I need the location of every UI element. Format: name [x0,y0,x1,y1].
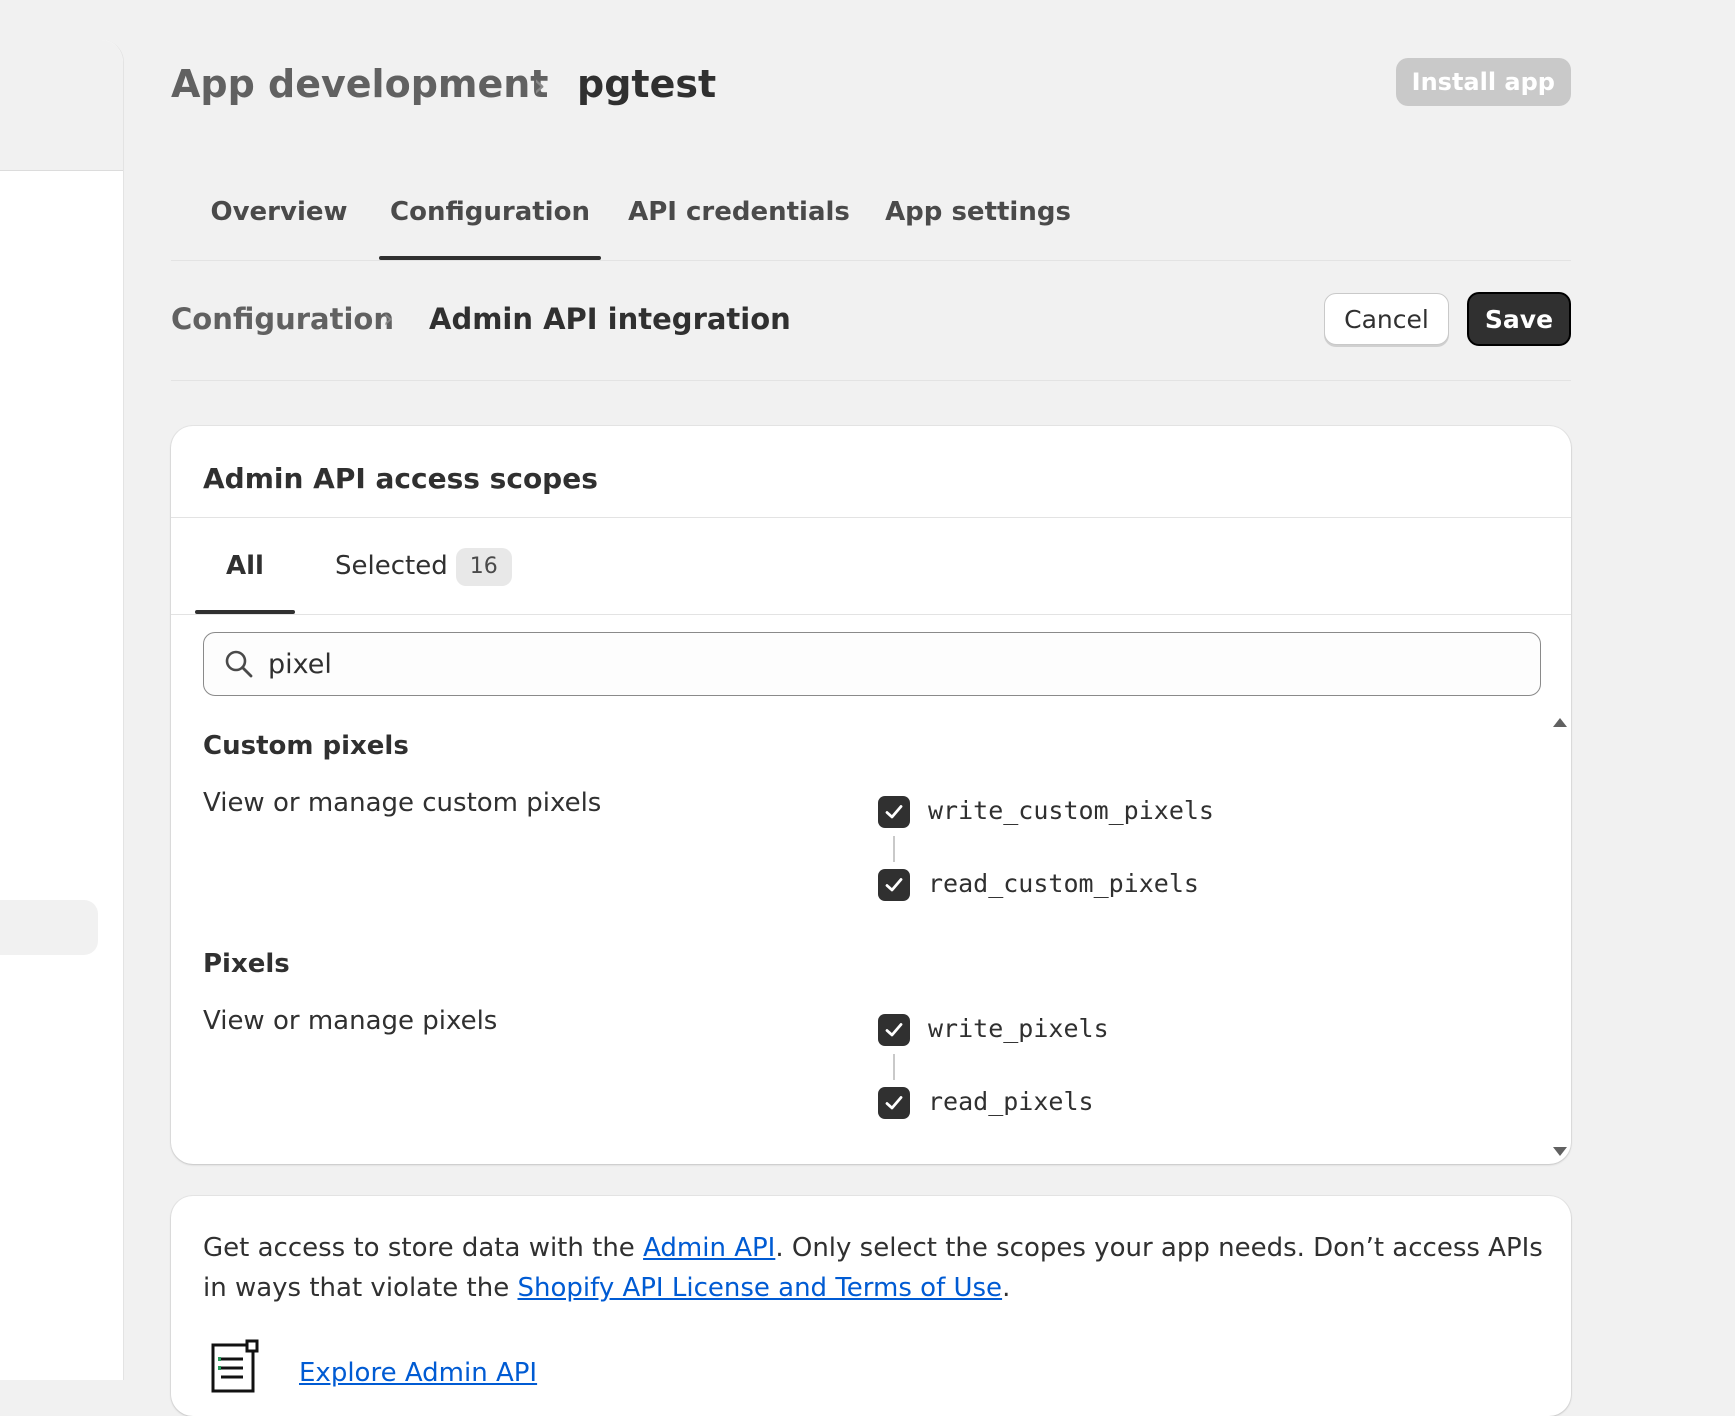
explore-admin-api-link[interactable]: Explore Admin API [299,1358,537,1388]
save-button[interactable]: Save [1467,292,1571,346]
group-description: View or manage custom pixels [203,788,602,818]
tab-api-credentials[interactable]: API credentials [621,180,857,260]
sub-header: Configuration › Admin API integration Ca… [171,290,1571,381]
scope-connector [893,1054,895,1080]
tab-all[interactable]: All [195,518,295,614]
scroll-up-arrow-icon[interactable] [1553,718,1567,727]
chevron-right-icon: › [383,304,394,334]
check-icon [885,805,903,819]
terms-link[interactable]: Shopify API License and Terms of Use [518,1273,1003,1303]
breadcrumb-configuration[interactable]: Configuration [171,302,394,336]
sidebar-selected-item[interactable] [0,900,98,955]
scope-connector [893,836,895,862]
tab-overview[interactable]: Overview [171,180,387,260]
page-title: pgtest [577,62,717,106]
divider [171,614,1571,615]
chevron-right-icon: › [533,66,546,104]
search-input[interactable] [266,643,1470,685]
search-field[interactable] [203,632,1541,696]
check-icon [885,878,903,892]
checkbox-checked[interactable] [878,1087,910,1119]
breadcrumb-app-development[interactable]: App development [171,62,548,106]
admin-api-info-card: Get access to store data with the Admin … [171,1196,1571,1416]
info-text-part: Get access to store data with the [203,1233,644,1263]
group-description: View or manage pixels [203,1006,498,1036]
checkbox-checked[interactable] [878,1014,910,1046]
card-title: Admin API access scopes [203,462,598,495]
page-header: App development › pgtest Install app [171,56,1571,116]
checkbox-checked[interactable] [878,869,910,901]
sidebar-header-area [0,40,123,171]
scope-label: write_custom_pixels [928,796,1214,825]
group-title-custom-pixels: Custom pixels [203,731,409,761]
scope-label: read_pixels [928,1087,1094,1116]
tab-app-settings[interactable]: App settings [877,180,1079,260]
access-scopes-card: Admin API access scopes All Selected16 C… [171,426,1571,1164]
install-app-button[interactable]: Install app [1395,58,1571,106]
api-docs-icon [211,1339,259,1393]
scroll-down-arrow-icon[interactable] [1553,1147,1567,1156]
main-tabs: Overview Configuration API credentials A… [171,180,1571,261]
tab-selected[interactable]: Selected 16 [335,518,512,614]
admin-api-link[interactable]: Admin API [643,1233,775,1263]
check-icon [885,1023,903,1037]
info-text-part: . [1002,1273,1011,1303]
checkbox-checked[interactable] [878,796,910,828]
cancel-button[interactable]: Cancel [1324,293,1449,345]
tab-configuration[interactable]: Configuration [379,180,601,260]
info-text: Get access to store data with the Admin … [203,1228,1543,1308]
left-sidebar [0,40,124,1380]
group-title-pixels: Pixels [203,949,290,979]
selected-count-badge: 16 [455,547,512,586]
tab-selected-label: Selected [335,551,448,581]
scope-label: write_pixels [928,1014,1109,1043]
section-title: Admin API integration [429,302,791,336]
scope-label: read_custom_pixels [928,869,1199,898]
search-icon [225,650,253,678]
check-icon [885,1096,903,1110]
